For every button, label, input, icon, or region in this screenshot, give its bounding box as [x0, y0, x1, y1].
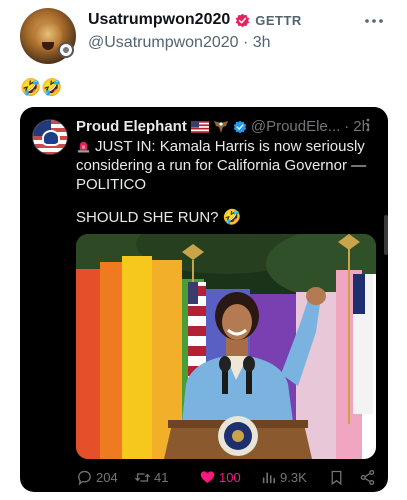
post-text: 🤣🤣 — [20, 78, 63, 97]
more-vertical-icon — [366, 118, 370, 132]
post[interactable]: Usatrumpwon2020 GETTR @Usatrumpwon2020 ·… — [0, 0, 407, 500]
repost-icon — [134, 472, 151, 482]
verified-badge-icon — [236, 13, 250, 27]
repost-button[interactable]: 41 — [134, 469, 168, 486]
share-icon — [360, 469, 375, 485]
quote-photo[interactable] — [76, 234, 376, 459]
eagle-icon — [213, 120, 228, 133]
author-name[interactable]: Usatrumpwon2020 — [88, 11, 230, 29]
more-options-button[interactable] — [364, 8, 384, 29]
views-count: 9.3K — [280, 469, 307, 485]
separator-dot: · — [243, 34, 249, 51]
bookmark-icon — [331, 470, 342, 485]
avatar-badge — [58, 42, 74, 58]
platform-label: GETTR — [255, 12, 302, 28]
quote-question: SHOULD SHE RUN? 🤣 — [76, 209, 242, 226]
avatar-elephant — [42, 130, 60, 146]
reply-button[interactable]: 204 — [76, 469, 118, 486]
us-flag-icon — [190, 120, 209, 133]
reply-icon — [78, 470, 91, 485]
action-toolbar: 204 41 100 9.3K — [76, 465, 381, 489]
reply-count: 204 — [96, 469, 118, 485]
quote-author-name[interactable]: Proud Elephant — [76, 118, 187, 135]
author-row: Usatrumpwon2020 GETTR — [88, 11, 302, 29]
quote-header: Proud Elephant @ProudEle... · 2h — [76, 118, 376, 135]
heart-icon — [200, 470, 215, 483]
quote-separator: · — [344, 118, 350, 135]
verified-check-icon — [233, 120, 247, 133]
share-button[interactable] — [359, 469, 376, 486]
quoted-post[interactable]: Proud Elephant @ProudEle... · 2h JUST IN… — [20, 107, 388, 492]
handle-row: @Usatrumpwon2020 · 3h — [88, 34, 271, 52]
author-handle[interactable]: @Usatrumpwon2020 — [88, 34, 239, 51]
views-button[interactable]: 9.3K — [260, 469, 307, 486]
bookmark-button[interactable] — [328, 469, 345, 486]
kamala-harris-photo — [76, 234, 376, 459]
quote-handle[interactable]: @ProudEle... — [251, 118, 340, 135]
siren-icon — [77, 141, 90, 153]
quote-text: JUST IN: Kamala Harris is now seriously … — [76, 137, 376, 194]
more-horizontal-icon — [365, 19, 383, 23]
repost-count: 41 — [154, 469, 169, 485]
quote-headline: JUST IN: Kamala Harris is now seriously … — [76, 138, 367, 193]
post-time[interactable]: 3h — [253, 34, 271, 51]
quote-avatar[interactable] — [32, 119, 68, 155]
quote-more-button[interactable] — [366, 118, 370, 135]
scrollbar[interactable] — [384, 215, 388, 255]
views-icon — [262, 472, 276, 483]
like-count: 100 — [219, 469, 241, 485]
like-button[interactable]: 100 — [199, 469, 241, 486]
